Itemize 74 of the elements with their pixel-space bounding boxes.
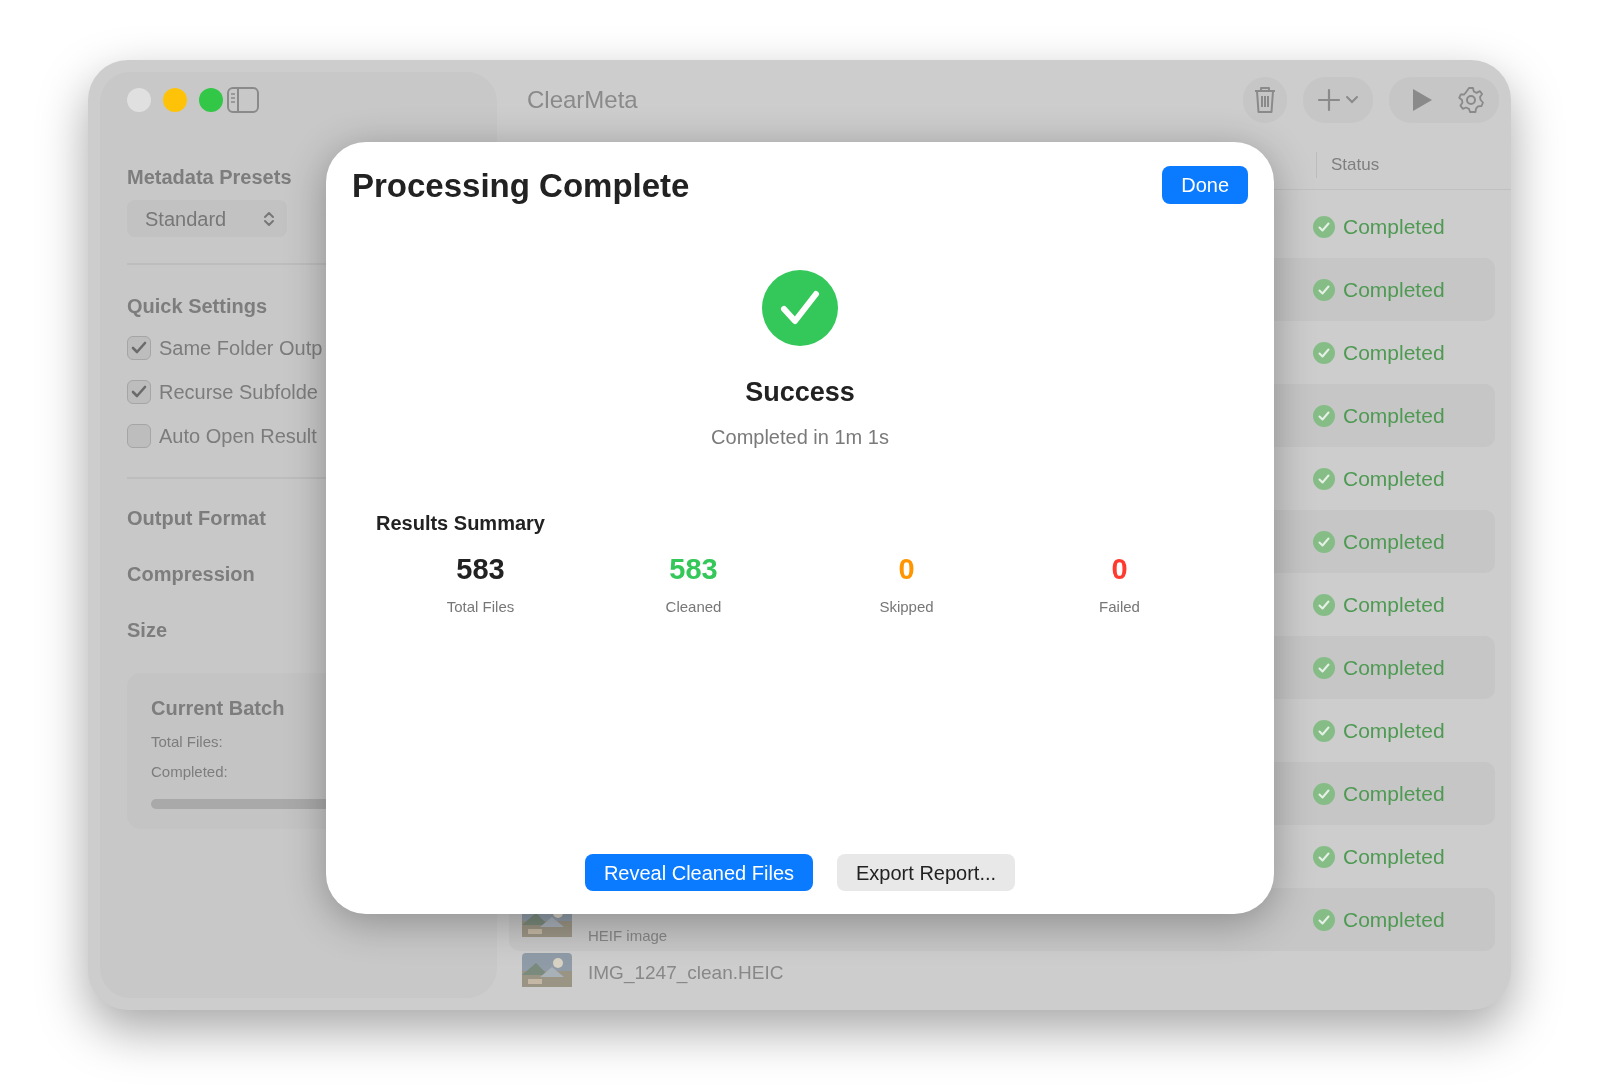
stat-value: 0: [898, 552, 915, 588]
stat-label: Completed:: [151, 761, 229, 782]
status-text: Completed: [1343, 780, 1445, 807]
stat-value: 583: [456, 552, 505, 588]
window-control-button[interactable]: [127, 88, 151, 112]
check-circle-icon: [1313, 278, 1335, 301]
check-circle-icon: [1313, 215, 1335, 238]
trash-icon: [1253, 86, 1277, 114]
section-heading: Quick Settings: [127, 294, 268, 319]
check-circle-icon: [1313, 782, 1335, 805]
window-title: ClearMeta: [527, 85, 638, 115]
done-button[interactable]: Done: [1162, 166, 1248, 204]
section-heading: Output Format: [127, 506, 266, 531]
stat-label: Cleaned: [665, 596, 722, 617]
checkbox[interactable]: [127, 380, 151, 404]
check-circle-icon: [1313, 908, 1335, 931]
chevron-updown-icon: [263, 209, 275, 228]
status-text: Completed: [1343, 213, 1445, 240]
play-button[interactable]: [1411, 87, 1433, 113]
check-circle-icon: [1313, 530, 1335, 553]
play-icon: [1411, 88, 1433, 113]
status-text: Completed: [1343, 276, 1445, 303]
checkbox-label: Recurse Subfolde: [159, 380, 318, 405]
stat-label: Total Files: [446, 596, 515, 617]
stat-label: Skipped: [879, 596, 934, 617]
stat-label: Total Files:: [151, 732, 224, 752]
check-circle-icon: [1313, 341, 1335, 364]
preset-select[interactable]: Standard: [127, 200, 287, 237]
column-header[interactable]: Status: [1316, 151, 1380, 178]
add-button[interactable]: [1303, 77, 1373, 123]
status-text: Completed: [1343, 465, 1445, 492]
stat-label: Failed: [1099, 596, 1140, 617]
check-circle-icon: [1313, 656, 1335, 679]
checkbox[interactable]: [127, 424, 151, 448]
stat-value: 0: [1111, 552, 1128, 588]
window-control-button[interactable]: [199, 88, 223, 112]
check-circle-icon: [1313, 467, 1335, 490]
plus-icon: [1317, 88, 1341, 112]
file-type: HEIF image: [588, 926, 668, 947]
reveal-button[interactable]: Reveal Cleaned Files: [584, 854, 813, 891]
check-circle-icon: [1313, 845, 1335, 868]
delete-button[interactable]: [1243, 77, 1287, 123]
checkbox-label: Auto Open Result: [159, 424, 317, 449]
check-circle-icon: [1313, 719, 1335, 742]
section-heading: Metadata Presets: [127, 165, 292, 190]
status-text: Completed: [1343, 654, 1445, 681]
status-text: Completed: [1343, 843, 1445, 870]
dialog-title: Processing Complete: [352, 166, 690, 206]
export-button[interactable]: Export Report...: [837, 854, 1016, 891]
success-check-icon: [762, 269, 838, 346]
result-title: Success: [744, 375, 856, 409]
check-circle-icon: [1313, 593, 1335, 616]
status-text: Completed: [1343, 717, 1445, 744]
section-heading: Size: [127, 618, 168, 643]
summary-title: Results Summary: [375, 511, 546, 537]
checkbox-label: Same Folder Outp: [159, 336, 323, 361]
check-icon: [131, 341, 147, 355]
duration-text: Completed in 1m 1s: [710, 425, 890, 451]
status-text: Completed: [1343, 402, 1445, 429]
checkbox[interactable]: [127, 336, 151, 360]
chevron-down-icon: [1345, 95, 1359, 105]
check-icon: [131, 385, 147, 399]
stat-value: 583: [669, 552, 718, 588]
settings-button[interactable]: [1457, 86, 1485, 114]
status-text: Completed: [1343, 339, 1445, 366]
card-title: Current Batch: [151, 696, 286, 721]
settings-icon: [1457, 86, 1485, 114]
status-text: Completed: [1343, 528, 1445, 555]
sidebar-toggle-icon[interactable]: [227, 87, 259, 113]
check-circle-icon: [1313, 404, 1335, 427]
status-text: Completed: [1343, 591, 1445, 618]
window-control-button[interactable]: [163, 88, 187, 112]
section-heading: Compression: [127, 562, 255, 587]
status-text: Completed: [1343, 906, 1445, 933]
